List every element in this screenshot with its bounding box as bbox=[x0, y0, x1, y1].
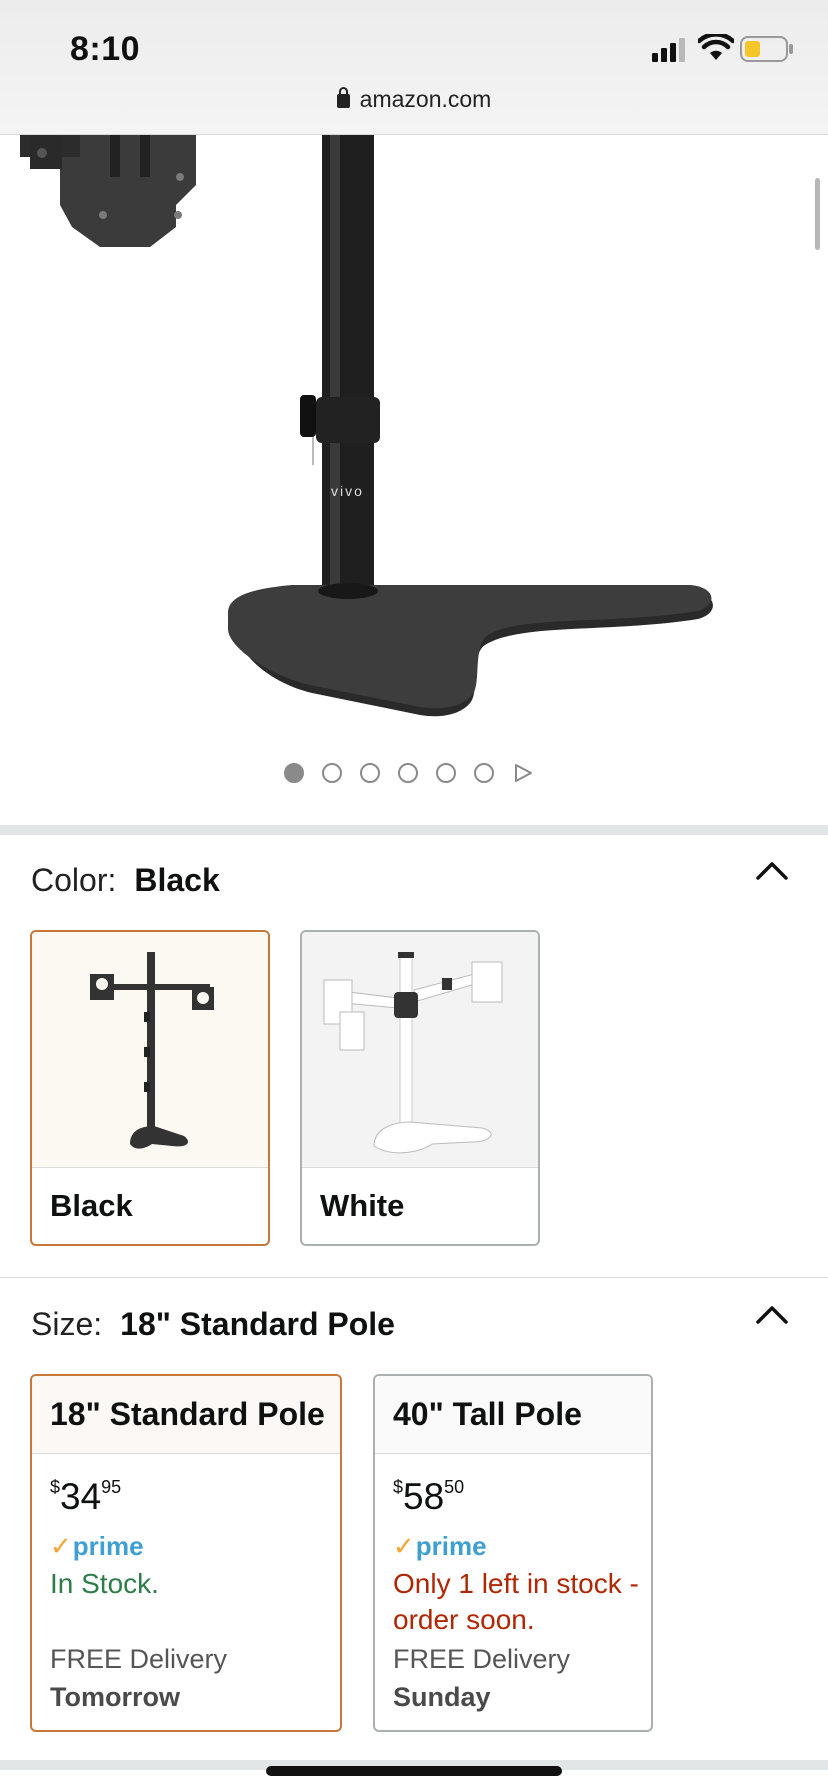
delivery-day: Sunday bbox=[393, 1682, 491, 1712]
size-card-header: 18" Standard Pole bbox=[32, 1376, 340, 1454]
url-text: amazon.com bbox=[359, 86, 492, 112]
size-card-header: 40" Tall Pole bbox=[375, 1376, 651, 1454]
color-option-black[interactable]: Black bbox=[30, 930, 270, 1246]
swatch-label-black: Black bbox=[50, 1188, 133, 1223]
prime-badge: ✓prime bbox=[393, 1531, 487, 1561]
lock-icon bbox=[336, 87, 350, 108]
collapse-chevron-up-icon[interactable] bbox=[754, 1302, 790, 1326]
battery-icon bbox=[740, 36, 793, 62]
prime-check-icon: ✓ bbox=[393, 1531, 415, 1561]
page-dot[interactable] bbox=[284, 763, 304, 783]
size-row: Size: 18" Standard Pole bbox=[31, 1306, 395, 1343]
stock-status: In Stock. bbox=[50, 1568, 159, 1599]
image-pagination bbox=[0, 763, 828, 785]
size-option-18-standard[interactable]: 18" Standard Pole $3495 ✓prime In Stock.… bbox=[30, 1374, 342, 1732]
size-selected-value: 18" Standard Pole bbox=[120, 1306, 395, 1342]
delivery-info: FREE Delivery Tomorrow bbox=[50, 1644, 228, 1712]
wifi-icon bbox=[698, 34, 734, 60]
address-bar[interactable]: amazon.com bbox=[0, 86, 828, 113]
page-dot[interactable] bbox=[436, 763, 456, 783]
status-time: 8:10 bbox=[70, 30, 141, 68]
product-image-gallery[interactable]: vivo bbox=[0, 135, 828, 825]
stock-status: Only 1 left in stock - order soon. bbox=[393, 1568, 639, 1635]
home-indicator[interactable] bbox=[266, 1766, 562, 1776]
color-option-white[interactable]: White bbox=[300, 930, 540, 1246]
section-divider bbox=[0, 825, 828, 835]
prime-check-icon: ✓ bbox=[50, 1531, 72, 1561]
product-image: vivo bbox=[20, 135, 713, 717]
scrollbar[interactable] bbox=[815, 178, 820, 250]
video-play-icon[interactable] bbox=[514, 764, 532, 782]
browser-status-bar: 8:10 amazon.com bbox=[0, 0, 828, 135]
size-card-title: 18" Standard Pole bbox=[50, 1396, 325, 1432]
swatch-image-white bbox=[302, 932, 538, 1168]
page-dot[interactable] bbox=[474, 763, 494, 783]
page-dot[interactable] bbox=[360, 763, 380, 783]
delivery-info: FREE Delivery Sunday bbox=[393, 1644, 571, 1712]
size-card-title: 40" Tall Pole bbox=[393, 1396, 582, 1432]
swatch-label-white: White bbox=[320, 1188, 405, 1223]
page-dot[interactable] bbox=[322, 763, 342, 783]
prime-badge: ✓prime bbox=[50, 1531, 144, 1561]
swatch-image-black bbox=[32, 932, 268, 1168]
size-option-40-tall[interactable]: 40" Tall Pole $5850 ✓prime Only 1 left i… bbox=[373, 1374, 653, 1732]
color-selected-value: Black bbox=[134, 862, 220, 898]
color-label: Color: bbox=[31, 862, 117, 898]
brand-mark: vivo bbox=[331, 483, 364, 499]
cellular-signal-icon bbox=[652, 38, 685, 62]
size-label: Size: bbox=[31, 1306, 103, 1342]
page-dot[interactable] bbox=[398, 763, 418, 783]
section-divider bbox=[0, 1277, 828, 1278]
color-row: Color: Black bbox=[31, 862, 220, 899]
delivery-day: Tomorrow bbox=[50, 1682, 180, 1712]
price: $5850 bbox=[393, 1476, 465, 1517]
collapse-chevron-up-icon[interactable] bbox=[754, 858, 790, 882]
price: $3495 bbox=[50, 1476, 122, 1517]
